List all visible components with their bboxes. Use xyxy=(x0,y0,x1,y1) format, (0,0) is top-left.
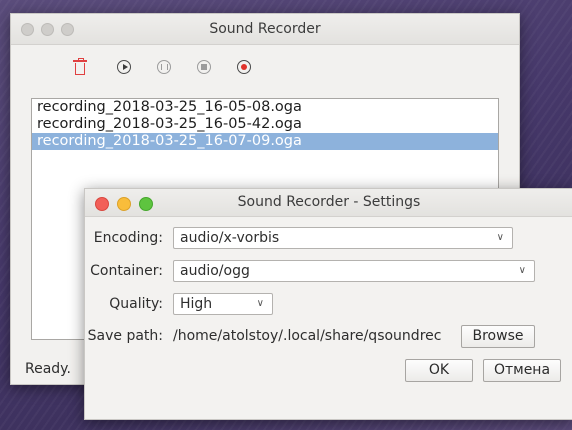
list-item[interactable]: recording_2018-03-25_16-05-08.oga xyxy=(32,99,498,116)
main-titlebar[interactable]: Sound Recorder xyxy=(11,14,519,45)
delete-button[interactable] xyxy=(69,56,91,78)
container-value: audio/ogg xyxy=(180,263,250,279)
quality-select[interactable]: High ∨ xyxy=(173,293,273,315)
stop-button[interactable] xyxy=(193,56,215,78)
play-icon xyxy=(117,60,131,74)
save-path-label: Save path: xyxy=(87,328,163,344)
chevron-down-icon: ∨ xyxy=(256,298,264,309)
encoding-value: audio/x-vorbis xyxy=(180,230,280,246)
quality-value: High xyxy=(180,296,213,312)
pause-button[interactable] xyxy=(153,56,175,78)
settings-dialog: Sound Recorder - Settings Encoding: audi… xyxy=(84,188,572,420)
cancel-button[interactable]: Отмена xyxy=(483,359,561,382)
quality-label: Quality: xyxy=(109,296,163,312)
browse-button[interactable]: Browse xyxy=(461,325,535,348)
stop-icon xyxy=(197,60,211,74)
record-button[interactable] xyxy=(233,56,255,78)
encoding-select[interactable]: audio/x-vorbis ∨ xyxy=(173,227,513,249)
list-item[interactable]: recording_2018-03-25_16-05-42.oga xyxy=(32,116,498,133)
encoding-label: Encoding: xyxy=(93,230,163,246)
pause-icon xyxy=(157,60,171,74)
save-path-value: /home/atolstoy/.local/share/qsoundrec xyxy=(173,328,442,344)
list-item-selected[interactable]: recording_2018-03-25_16-07-09.oga xyxy=(32,133,498,150)
trash-icon xyxy=(73,58,87,75)
container-label: Container: xyxy=(90,263,163,279)
chevron-down-icon: ∨ xyxy=(496,232,504,243)
status-text: Ready. xyxy=(25,361,71,377)
dialog-title: Sound Recorder - Settings xyxy=(237,194,421,210)
record-icon xyxy=(237,60,251,74)
settings-titlebar[interactable]: Sound Recorder - Settings xyxy=(85,189,572,217)
window-title: Sound Recorder xyxy=(209,21,321,37)
ok-button[interactable]: OK xyxy=(405,359,473,382)
container-select[interactable]: audio/ogg ∨ xyxy=(173,260,535,282)
play-button[interactable] xyxy=(113,56,135,78)
chevron-down-icon: ∨ xyxy=(518,265,526,276)
